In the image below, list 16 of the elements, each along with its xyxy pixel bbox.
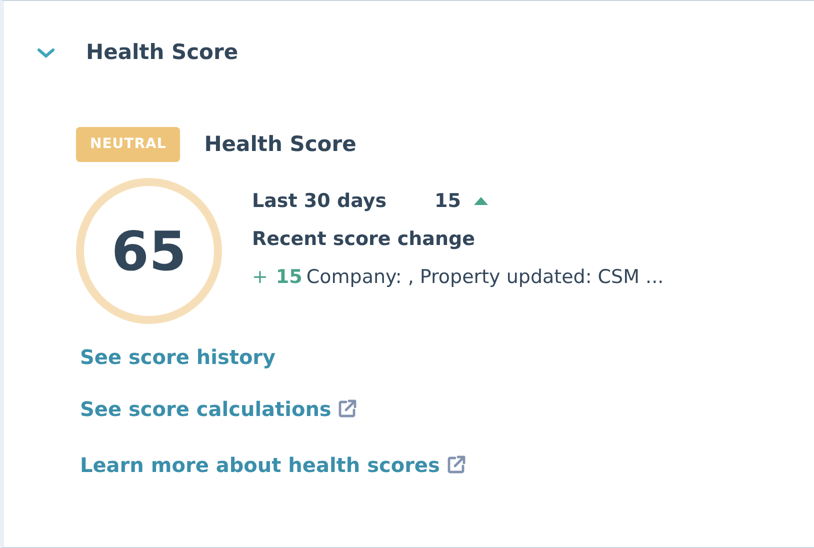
link[interactable]: See score history <box>80 342 276 372</box>
period-value: 15 <box>434 189 461 214</box>
recent-change-title: Recent score change <box>252 227 476 252</box>
score-ring: 65 <box>76 178 222 324</box>
change-description: Company: , Property updated: CSM ... <box>306 265 664 290</box>
external-link-icon[interactable] <box>446 455 466 475</box>
status-badge: NEUTRAL <box>76 127 180 162</box>
link[interactable]: Learn more about health scores <box>80 450 440 480</box>
section-title: Health Score <box>86 40 238 66</box>
link[interactable]: See score calculations <box>80 394 332 424</box>
collapse-toggle[interactable] <box>36 46 56 60</box>
change-sign: + <box>252 265 268 290</box>
period-label: Last 30 days <box>252 189 387 214</box>
score-heading: Health Score <box>204 130 356 158</box>
external-link-icon[interactable] <box>337 399 358 419</box>
change-value: 15 <box>276 265 302 290</box>
